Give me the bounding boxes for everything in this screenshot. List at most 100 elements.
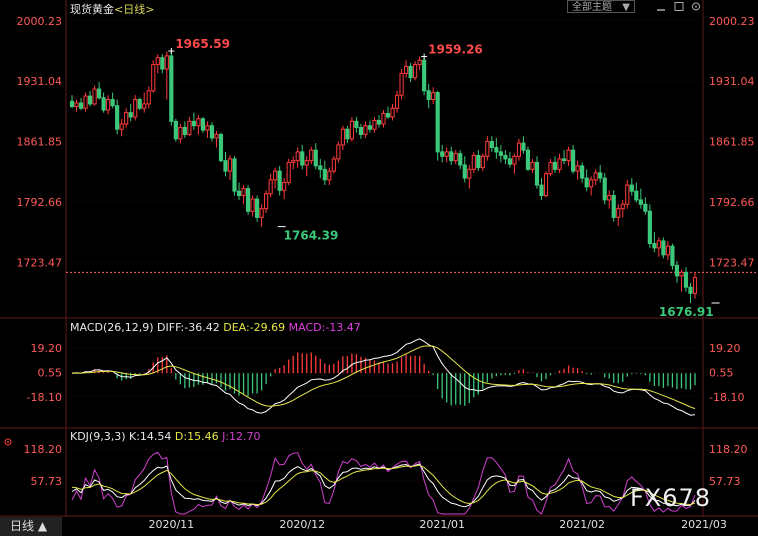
kdj-params: KDJ(9,3,3) — [70, 430, 126, 443]
candle-body — [620, 203, 625, 210]
candle-body — [561, 158, 567, 162]
candle-body — [539, 184, 544, 197]
candle-body — [516, 142, 522, 157]
y-tick-label-left: 1861.85 — [17, 136, 63, 149]
candle-body — [530, 161, 535, 170]
candle-body — [480, 155, 485, 169]
candle-body — [187, 120, 192, 135]
candle-body — [178, 126, 183, 140]
candle-body — [625, 184, 630, 205]
candle-body — [616, 208, 621, 218]
candle-body — [503, 154, 508, 160]
y-tick-label-right: 1861.85 — [709, 136, 755, 149]
candle-body — [413, 64, 418, 79]
candle-body — [97, 88, 102, 99]
candle-body — [245, 188, 251, 212]
candle-body — [200, 118, 206, 131]
macd-y-tick-left: 19.20 — [31, 342, 63, 355]
kdj-y-tick-right: 118.20 — [709, 443, 748, 456]
kdj-j-line — [71, 451, 696, 515]
candle-body — [385, 113, 391, 118]
macd-y-tick-right: 19.20 — [709, 342, 741, 355]
chart-canvas[interactable]: 2000.23 2000.23 1931.04 1931.04 1861.85 1861.… — [0, 0, 758, 536]
y-tick-label-left: 1931.04 — [17, 75, 63, 88]
candle-body — [656, 240, 661, 249]
low-annotation: 1764.39 — [284, 229, 339, 243]
kdj-k-value: K:14.54 — [129, 430, 172, 443]
x-tick-label: 2021/01 — [419, 518, 465, 531]
candle-body — [160, 57, 165, 70]
x-tick-label: 2020/12 — [279, 518, 325, 531]
candle-body — [354, 120, 359, 128]
candle-body — [209, 125, 215, 139]
candle-body — [101, 97, 106, 111]
candle-body — [440, 151, 445, 157]
candle-body — [688, 286, 693, 294]
candle-body — [512, 155, 517, 165]
candle-body — [223, 160, 228, 172]
candle-body — [331, 158, 336, 172]
y-tick-label-right: 1792.66 — [709, 196, 755, 209]
candle-body — [449, 151, 454, 162]
candle-body — [638, 199, 643, 205]
low-annotation: 1676.91 — [659, 305, 714, 319]
kdj-y-tick-left: 118.20 — [24, 443, 63, 456]
period-selector-button[interactable]: 日线 ▲ — [0, 517, 62, 536]
candle-body — [498, 151, 503, 156]
candle-body — [110, 99, 115, 107]
candle-body — [683, 271, 689, 288]
candle-body — [286, 161, 291, 183]
candle-body — [584, 177, 589, 188]
candle-body — [607, 195, 612, 201]
candle-body — [593, 172, 598, 181]
high-annotation: 1959.26 — [428, 43, 483, 57]
y-tick-label-left: 1723.47 — [17, 256, 63, 269]
candle-body — [173, 120, 178, 140]
candle-body — [182, 126, 187, 135]
macd-y-tick-left: 0.55 — [38, 366, 63, 379]
candle-body — [647, 210, 652, 245]
candle-body — [692, 277, 698, 294]
candle-body — [142, 103, 147, 109]
candle-body — [128, 112, 133, 118]
candle-body — [259, 208, 264, 218]
candle-body — [525, 149, 531, 170]
indicator-settings-icon[interactable] — [4, 431, 12, 446]
kdj-title: KDJ(9,3,3) K:14.54 D:15.46 J:12.70 — [70, 430, 261, 443]
y-tick-label-left: 2000.23 — [17, 15, 63, 28]
candle-body — [133, 99, 138, 118]
candle-body — [137, 99, 142, 109]
candle-body — [214, 133, 219, 139]
candle-body — [106, 99, 111, 111]
candle-body — [250, 198, 255, 212]
candle-body — [485, 140, 490, 157]
candle-body — [507, 158, 512, 165]
x-tick-label: 2021/03 — [681, 518, 727, 531]
candle-body — [218, 133, 224, 162]
candle-body — [191, 120, 196, 127]
candle-body — [458, 153, 463, 166]
macd-y-tick-left: -18.10 — [27, 391, 62, 404]
candle-body — [358, 126, 364, 135]
candle-body — [268, 179, 273, 195]
candle-body — [390, 107, 395, 118]
x-tick-label: 2021/02 — [559, 518, 605, 531]
candle-body — [336, 144, 341, 160]
y-tick-label-right: 1931.04 — [709, 75, 755, 88]
candle-body — [318, 165, 323, 170]
candle-body — [155, 57, 160, 66]
candle-body — [674, 264, 680, 277]
kdj-d-value: D:15.46 — [174, 430, 219, 443]
candle-body — [462, 164, 467, 179]
candle-body — [552, 161, 558, 170]
candle-body — [422, 59, 427, 92]
candle-body — [277, 170, 282, 191]
candle-body — [349, 120, 354, 140]
candle-body — [426, 90, 431, 101]
candle-body — [575, 165, 580, 172]
candle-body — [227, 158, 233, 172]
candle-body — [372, 119, 377, 130]
candle-body — [566, 149, 571, 162]
candle-body — [548, 161, 553, 175]
y-tick-label-left: 1792.66 — [17, 196, 63, 209]
